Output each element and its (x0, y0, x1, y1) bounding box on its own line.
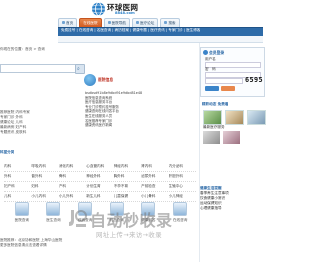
search-input[interactable] (0, 64, 76, 73)
doctor-icon (46, 202, 61, 216)
icon-label: 医生查询 (46, 218, 61, 222)
member-login-panel: 会员登录 用户名 密 码 6595 (200, 47, 265, 97)
captcha-field[interactable] (205, 78, 243, 84)
tab-search[interactable]: 搜索 (160, 18, 180, 27)
news-caption[interactable]: 最新医疗服务 (203, 125, 225, 130)
table-cell[interactable]: 内分泌科 (169, 164, 196, 169)
table-cell[interactable]: 妇产科 (4, 184, 31, 189)
table-cell[interactable]: 普外科 (31, 174, 58, 179)
left-link-list: 推荐医院 内科专家 专家门诊 外科 健康论坛 儿科 最新病例 妇产科 专题资讯 … (0, 110, 62, 135)
tab-home[interactable]: 首页 (58, 18, 78, 27)
table-cell[interactable]: 骨科 (59, 174, 86, 179)
table-cell[interactable]: 儿童保健 (114, 194, 141, 199)
left-link[interactable]: 专题资讯 皮肤科 (0, 130, 62, 135)
hospital-info-panel: 医院信息 bsdbsd91b8e9dbd91e9dbd81e48 医院信息查询系… (84, 74, 200, 156)
table-cell[interactable]: 妇科 (31, 184, 58, 189)
table-cell[interactable]: 小儿内科 (31, 194, 58, 199)
login-button[interactable] (205, 86, 219, 91)
navbar-links[interactable]: 免费挂号 | 在线咨询 | 名医查询 | 病历档案 | 健康专题 | 医疗资讯 … (61, 28, 200, 33)
table-cell[interactable]: 小儿神经 (169, 194, 196, 199)
table-cell[interactable]: 神经外科 (86, 174, 113, 179)
tab-label: 医疗论坛 (139, 21, 155, 25)
logo-domain: 8848.com (115, 11, 135, 15)
table-cell[interactable]: 外科 (4, 174, 31, 179)
tab-label: 搜索 (168, 21, 176, 25)
sub-navbar (58, 36, 263, 43)
captcha-image[interactable]: 6595 (245, 76, 263, 84)
table-cell[interactable]: 小儿外科 (59, 194, 86, 199)
table-cell[interactable]: 泌尿外科 (141, 174, 168, 179)
news-thumbnail[interactable] (203, 131, 220, 144)
info-list: bsdbsd91b8e9dbd91e9dbd81e48 医院信息查询系统 医疗信… (85, 91, 197, 128)
tab-forum[interactable]: 医疗论坛 (131, 18, 159, 27)
tab-online-hospital[interactable]: 在线医院 (79, 18, 102, 27)
news-thumbnail[interactable] (223, 131, 240, 144)
login-title: 会员登录 (209, 50, 225, 55)
icon-label: 医院查询 (14, 218, 30, 222)
table-cell[interactable]: 内科 (4, 164, 31, 169)
watermark-logo-icon (69, 210, 87, 227)
user-icon (203, 50, 208, 55)
list-item[interactable]: 健康资讯医疗新闻 (85, 123, 197, 128)
quick-service-item[interactable]: 医生查询 (39, 202, 67, 232)
watermark-title: 自动秒收录 (90, 211, 173, 230)
table-row: 外科 普外科 骨科 神经外科 胸外科 泌尿外科 肝胆外科 (4, 172, 196, 182)
table-cell[interactable]: 产前检查 (141, 184, 168, 189)
table-cell[interactable]: 产科 (59, 184, 86, 189)
search-icon: ⌕ (77, 66, 80, 72)
hospital-icon (14, 202, 29, 216)
table-cell[interactable]: 计划生育 (86, 184, 113, 189)
table-cell[interactable]: 肾内科 (141, 164, 168, 169)
bottom-list: 医院推荐：北京协和医院 上海华山医院 更多医院信息请点击查看详情 (0, 238, 200, 248)
tab-label: 首页 (66, 21, 74, 25)
news-thumbnail[interactable] (225, 110, 244, 125)
table-cell[interactable]: 心血管内科 (86, 164, 113, 169)
table-cell[interactable]: 胸外科 (114, 174, 141, 179)
table-cell[interactable]: 呼吸内科 (31, 164, 58, 169)
tab-hospital-nav[interactable]: 医院导航 (103, 18, 130, 27)
table-cell[interactable]: 神经内科 (114, 164, 141, 169)
table-cell[interactable]: 小儿骨科 (141, 194, 168, 199)
site-logo[interactable]: 环球医网 8848.com (91, 1, 165, 17)
table-row: 儿科 小儿内科 小儿外科 新生儿科 儿童保健 小儿骨科 小儿神经 (4, 192, 196, 202)
watermark: 自动秒收录 网址上传→来访→收录 (66, 207, 256, 239)
department-grid: 内科 呼吸内科 消化内科 心血管内科 神经内科 肾内科 内分泌科 外科 普外科 … (4, 162, 196, 202)
news-thumbnails (203, 110, 266, 125)
hospital-globe-icon (84, 74, 96, 86)
news-thumbnail[interactable] (247, 110, 266, 125)
globe-logo-icon (92, 2, 105, 16)
main-tabs: 首页 在线医院 医院导航 医疗论坛 搜索 (58, 18, 233, 27)
table-cell[interactable]: 消化内科 (59, 164, 86, 169)
table-cell[interactable]: 儿科 (4, 194, 31, 199)
tab-label: 医院导航 (111, 21, 126, 25)
news-panel: 精彩动态 免费看 最新医疗服务 (200, 101, 266, 151)
register-button[interactable] (221, 86, 235, 91)
breadcrumb: 你现在的位置：首页 > 查询 (0, 47, 45, 51)
table-row: 妇产科 妇科 产科 计划生育 不孕不育 产前检查 生殖中心 (4, 182, 196, 192)
quick-service-item[interactable]: 医院查询 (8, 202, 36, 232)
hospital-icon (107, 21, 111, 24)
watermark-subtitle: 网址上传→来访→收录 (96, 231, 162, 239)
search-button[interactable]: ⌕ (75, 64, 85, 74)
list-item[interactable]: 更多医院信息请点击查看详情 (0, 243, 200, 248)
search-icon (164, 21, 168, 24)
panel-header: 医院信息 (84, 74, 200, 87)
forum-icon (135, 21, 139, 24)
table-cell[interactable]: 新生儿科 (86, 194, 113, 199)
home-icon (62, 21, 65, 24)
news-thumbnail[interactable] (203, 110, 222, 125)
tab-label: 在线医院 (83, 21, 98, 25)
table-row: 内科 呼吸内科 消化内科 心血管内科 神经内科 肾内科 内分泌科 (4, 162, 196, 172)
table-cell[interactable]: 生殖中心 (169, 184, 196, 189)
table-cell[interactable]: 不孕不育 (114, 184, 141, 189)
panel-title: 医院信息 (98, 77, 114, 82)
table-title: 科室分类 (0, 150, 15, 154)
top-navbar: 免费挂号 | 在线咨询 | 名医查询 | 病历档案 | 健康专题 | 医疗资讯 … (58, 27, 263, 36)
table-cell[interactable]: 肝胆外科 (169, 174, 196, 179)
news-title: 精彩动态 免费看 (202, 102, 229, 106)
